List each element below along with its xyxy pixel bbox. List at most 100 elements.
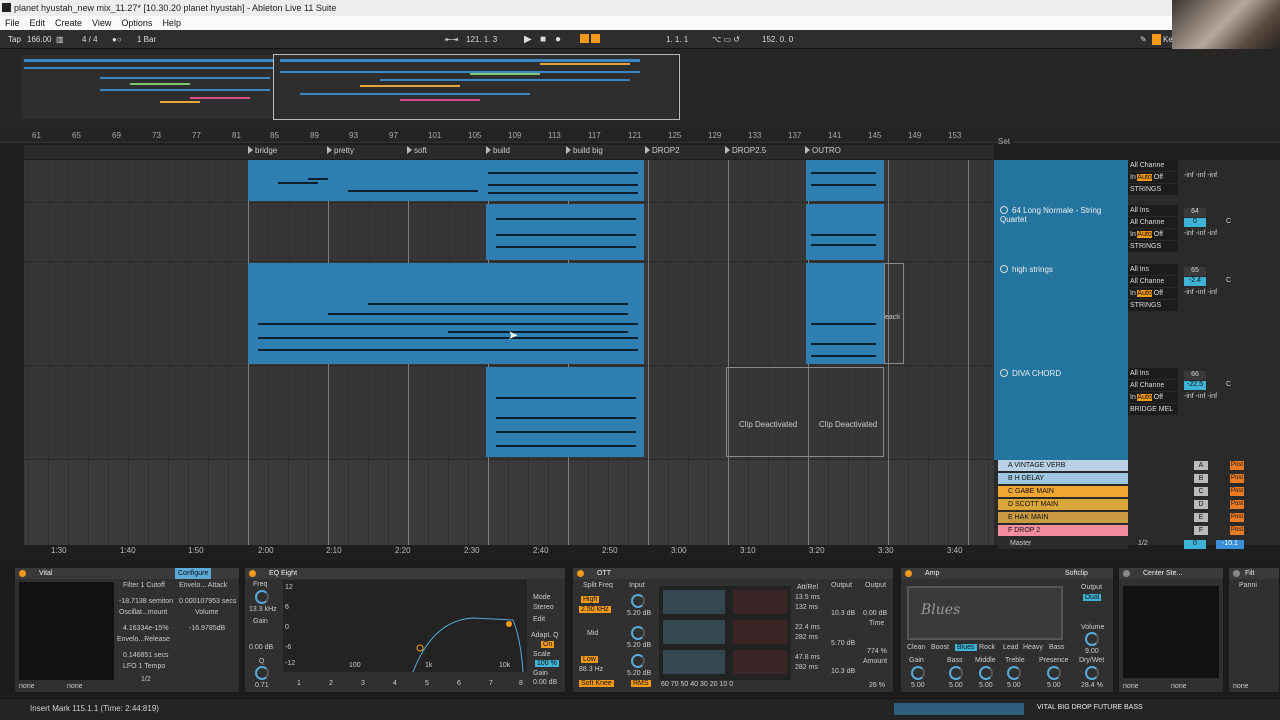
presence-value[interactable]: 5.00 [1047, 682, 1061, 689]
input-mid-knob[interactable] [631, 626, 645, 640]
quantize-menu[interactable]: 1 Bar [137, 34, 156, 45]
dual-button[interactable]: Dual [1083, 594, 1102, 601]
automation-arm-icon[interactable]: ⌥ ▭ ↺ [712, 34, 740, 45]
device-ott[interactable]: OTT Split Freq Input High 2.50 kHz Mid L… [572, 567, 894, 693]
dry-wet-knob[interactable] [1085, 666, 1099, 680]
monitor-row[interactable]: In Auto Off [1128, 392, 1178, 403]
scale-value[interactable]: 100 % [535, 660, 559, 667]
attack-mid[interactable]: 22.4 ms [795, 624, 820, 631]
key-map-button[interactable] [1152, 34, 1161, 45]
input-channel-select[interactable]: All Channe [1128, 380, 1178, 391]
model-lead[interactable]: Lead [1003, 644, 1019, 651]
input-type-select[interactable]: All Ins [1128, 264, 1178, 275]
dry-wet-value[interactable]: 28.4 % [1081, 682, 1103, 689]
macro-none-select[interactable]: none [1233, 683, 1249, 690]
edit-label[interactable]: Edit [533, 616, 545, 623]
input-channel-select[interactable]: All Channe [1128, 160, 1178, 171]
freq-value[interactable]: 13.3 kHz [249, 606, 277, 613]
device-vital[interactable]: Vital Configure Filter 1 Cutoff Envelo..… [14, 567, 240, 693]
volume-field[interactable]: 0 [1184, 218, 1206, 227]
loop-end-field[interactable]: 152. 0. 0 [762, 34, 793, 45]
locator-soft[interactable]: soft [407, 146, 427, 155]
post-button[interactable]: Post [1230, 461, 1244, 470]
volume-knob[interactable] [1085, 632, 1099, 646]
return-track-a[interactable]: A VINTAGE VERB [998, 460, 1128, 471]
record-icon[interactable]: ● [555, 34, 561, 45]
treble-value[interactable]: 5.00 [1007, 682, 1021, 689]
pan-field[interactable]: C [1226, 381, 1231, 388]
soft-knee-button[interactable]: Soft Knee [579, 680, 614, 687]
bass-value[interactable]: 5.00 [949, 682, 963, 689]
band-4-button[interactable]: 4 [393, 680, 397, 687]
high-split-freq[interactable]: 2.50 kHz [579, 606, 611, 613]
locator-bridge[interactable]: bridge [248, 146, 277, 155]
power-icon[interactable] [1233, 570, 1240, 577]
output-mid-value[interactable]: 5.70 dB [831, 640, 855, 647]
input-channel-select[interactable]: All Channe [1128, 276, 1178, 287]
locator-strip[interactable]: bridge pretty soft build build big DROP2… [24, 145, 994, 159]
arrangement-view[interactable]: eacti Clip Deactivated Clip Deactivated … [24, 160, 994, 545]
midi-clip[interactable] [806, 263, 884, 364]
midi-clip[interactable] [806, 160, 884, 201]
clip-overview-strip[interactable] [894, 703, 1024, 715]
output-select[interactable]: BRIDGE MEL [1128, 404, 1178, 415]
loop-start-field[interactable]: 1. 1. 1 [666, 34, 688, 45]
power-icon[interactable] [19, 570, 26, 577]
return-track-b[interactable]: B H DELAY [998, 473, 1128, 484]
input-mid-value[interactable]: 5.20 dB [627, 642, 651, 649]
band-8-button[interactable]: 8 [519, 680, 523, 687]
power-icon[interactable] [249, 570, 256, 577]
release-mid[interactable]: 282 ms [795, 634, 818, 641]
tempo-field[interactable]: 166.00 [27, 34, 51, 45]
band-2-button[interactable]: 2 [329, 680, 333, 687]
stop-icon[interactable]: ■ [540, 34, 546, 45]
post-button[interactable]: Post [1230, 513, 1244, 522]
midi-clip[interactable] [248, 263, 644, 364]
high-band-button[interactable]: High [581, 596, 600, 603]
band-7-button[interactable]: 7 [489, 680, 493, 687]
bass-knob[interactable] [949, 666, 963, 680]
attack-low[interactable]: 47.8 ms [795, 654, 820, 661]
main-output-value[interactable]: 0.00 dB [863, 610, 887, 617]
configure-button[interactable]: Configure [175, 568, 212, 579]
pan-field[interactable]: C [1226, 277, 1231, 284]
track-io[interactable]: All Ins All Channe In Auto Off STRINGS [1128, 264, 1178, 312]
locator-drop2[interactable]: DROP2 [645, 146, 680, 155]
pan-field[interactable]: C [1226, 218, 1231, 225]
return-track-f[interactable]: F DROP 2 [998, 525, 1128, 536]
band-1-button[interactable]: 1 [297, 680, 301, 687]
release-low[interactable]: 282 ms [795, 664, 818, 671]
overview-view-window[interactable] [273, 54, 680, 120]
locator-outro[interactable]: OUTRO [805, 146, 841, 155]
post-button[interactable]: Post [1230, 500, 1244, 509]
menu-edit[interactable]: Edit [25, 18, 51, 28]
macro-none-select[interactable]: none [19, 683, 35, 690]
fold-icon[interactable] [1000, 206, 1008, 214]
treble-knob[interactable] [1007, 666, 1021, 680]
midi-clip[interactable] [486, 367, 644, 457]
param-value[interactable]: 4.16334e-15% [123, 625, 169, 632]
device-eq-eight[interactable]: EQ Eight Freq 13.3 kHz Gain 0.00 dB Q 0.… [244, 567, 566, 693]
post-button[interactable]: Post [1230, 526, 1244, 535]
send-values[interactable]: -inf -inf -inf [1184, 172, 1239, 179]
return-track-c[interactable]: C GABE MAIN [998, 486, 1128, 497]
input-type-select[interactable]: All Ins [1128, 368, 1178, 379]
adapt-q-toggle[interactable]: On [541, 641, 555, 648]
output-low-value[interactable]: 10.3 dB [831, 668, 855, 675]
softclip-toggle[interactable]: Softclip [1065, 568, 1088, 579]
master-volume[interactable]: 0 [1184, 540, 1206, 549]
low-split-freq[interactable]: 88.3 Hz [579, 666, 603, 673]
q-value[interactable]: 0.71 [255, 682, 269, 689]
volume-value[interactable]: 9.00 [1085, 648, 1099, 655]
rms-button[interactable]: RMS [631, 680, 651, 687]
attack-high[interactable]: 13.5 ms [795, 594, 820, 601]
input-type-select[interactable]: All Ins [1128, 205, 1178, 216]
eq-display[interactable]: 12 6 0 -6 -12 100 1k 10k [283, 580, 527, 673]
volume-field[interactable]: -22.5 [1184, 381, 1206, 390]
power-icon[interactable] [905, 570, 912, 577]
power-icon[interactable] [1123, 570, 1130, 577]
middle-value[interactable]: 5.00 [979, 682, 993, 689]
menu-options[interactable]: Options [116, 18, 157, 28]
tap-button[interactable]: Tap [8, 34, 21, 45]
gain-value[interactable]: 5.00 [911, 682, 925, 689]
